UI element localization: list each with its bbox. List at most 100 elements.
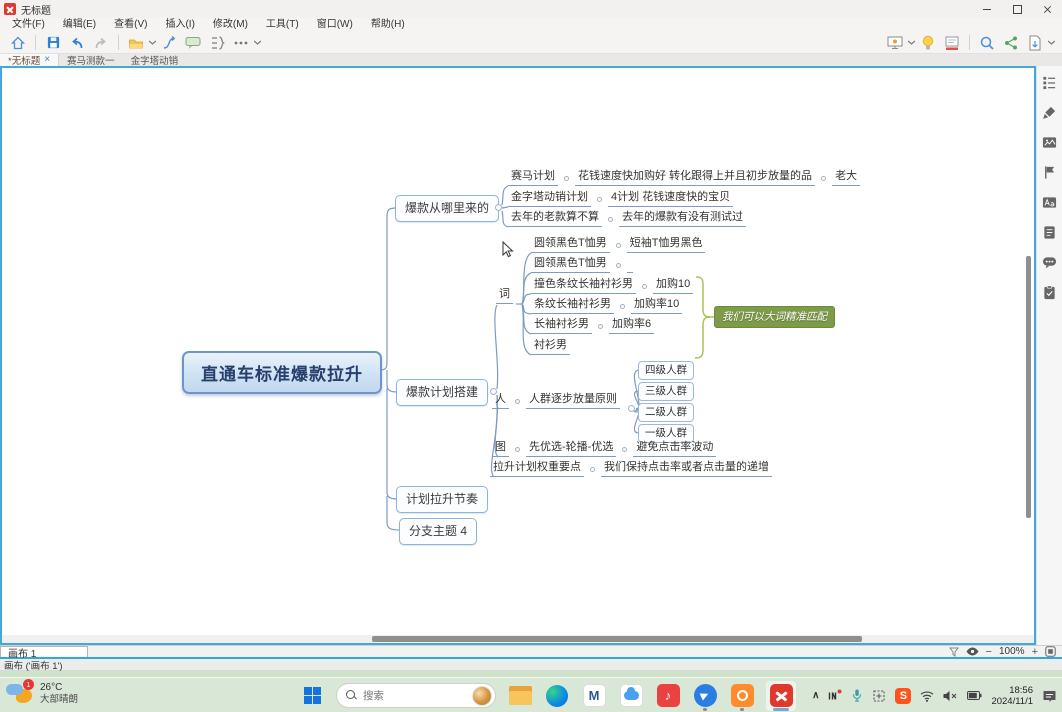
tray-chevron-icon[interactable]: ∧ [812,690,819,701]
subtopic[interactable]: 加购10 [653,277,693,294]
summary-callout[interactable]: 我们可以大词精准匹配 [714,306,835,328]
wifi-icon[interactable] [920,690,934,702]
mindmap-canvas[interactable]: 直通车标准爆款拉升 爆款从哪里来的 赛马计划 花钱速度快加购好 转化跟得上并且初… [0,66,1036,645]
taskbar-mindmaster[interactable]: M [581,681,607,711]
menu-file[interactable]: 文件(F) [3,18,54,32]
lightbulb-icon[interactable] [918,34,938,52]
subtopic[interactable]: 拉升计划权重要点 [490,460,584,477]
taskbar-weather-widget[interactable]: 1 26°C 大部晴朗 [6,681,78,707]
subtopic[interactable]: 去年的老款算不算 [508,210,602,227]
subtopic[interactable]: 衬衫男 [531,338,570,355]
subtopic[interactable]: 人群逐步放量原则 [526,392,620,409]
subtopic[interactable]: 词 [496,287,513,304]
style-icon[interactable] [126,34,146,52]
menu-edit[interactable]: 编辑(E) [54,18,105,32]
volume-muted-icon[interactable] [943,690,958,702]
battery-icon[interactable] [967,690,982,701]
topic-level2-crowd[interactable]: 二级人群 [638,403,694,422]
taskbar-xmind-active[interactable] [766,681,796,711]
undo-icon[interactable] [67,34,87,52]
subtopic[interactable]: 条纹长袖衬衫男 [531,297,614,314]
marker-flag-icon[interactable] [1042,164,1058,180]
presentation-icon[interactable] [885,34,905,52]
search-icon[interactable] [977,34,997,52]
subtopic[interactable]: 避免点击率波动 [633,440,716,457]
subtopic[interactable] [627,269,633,273]
theme-icon[interactable] [942,34,962,52]
vertical-scrollbar[interactable] [1026,256,1031,518]
topic-lift-rhythm[interactable]: 计划拉升节奏 [396,486,488,513]
subtopic[interactable]: 图 [492,440,509,457]
search-highlight-avatar[interactable] [472,686,492,706]
subtopic[interactable]: 加购率10 [631,297,682,314]
menu-help[interactable]: 帮助(H) [362,18,414,32]
taskbar-music-app[interactable]: ♪ [655,681,681,711]
menu-modify[interactable]: 修改(M) [204,18,257,32]
more-tools-icon[interactable] [231,34,251,52]
topic-level3-crowd[interactable]: 三级人群 [638,382,694,401]
horizontal-scrollbar[interactable] [372,636,862,642]
image-icon[interactable] [1042,134,1058,150]
task-clipboard-icon[interactable] [1042,284,1058,300]
menu-insert[interactable]: 插入(I) [156,18,203,32]
topic-weight-points[interactable]: 拉升计划权重要点 我们保持点击率或者点击量的递增 [490,460,772,477]
tab-close-icon[interactable]: × [44,55,50,65]
filter-icon[interactable] [949,647,959,657]
close-button[interactable] [1032,0,1062,18]
notes-icon[interactable] [1042,224,1058,240]
format-brush-icon[interactable] [1042,104,1058,120]
menu-view[interactable]: 查看(V) [105,18,156,32]
topic-row[interactable]: 撞色条纹长袖衬衫男 加购10 [531,277,693,294]
notification-icon[interactable] [1042,689,1057,702]
topic-row[interactable]: 圆领黑色T恤男 [531,256,633,273]
taskbar-browser-app[interactable]: ▶ [692,681,718,711]
topic-picture[interactable]: 图 先优选-轮播-优选 避免点击率波动 [492,440,716,457]
collapse-dot[interactable] [490,388,497,395]
taskbar-explorer[interactable] [507,681,533,711]
taskbar-cloud-app[interactable] [618,681,644,711]
subtopic[interactable]: 4计划 花钱速度快的宝贝 [608,190,733,207]
font-icon[interactable] [1042,194,1058,210]
style-dropdown-caret[interactable] [148,34,157,52]
snip-tool-icon[interactable] [872,689,886,703]
taskbar-clock[interactable]: 18:56 2024/11/1 [991,685,1033,707]
sogou-icon[interactable]: S [895,688,911,704]
minimize-button[interactable] [972,0,1002,18]
subtopic[interactable]: 我们保持点击率或者点击量的递增 [601,460,772,477]
microphone-icon[interactable] [851,688,863,703]
summary-icon[interactable] [207,34,227,52]
more-tools-caret[interactable] [253,34,262,52]
topic-level4-crowd[interactable]: 四级人群 [638,361,694,380]
home-icon[interactable] [8,34,28,52]
subtopic[interactable]: 短袖T恤男黑色 [627,236,706,253]
subtopic[interactable]: 撞色条纹长袖衬衫男 [531,277,636,294]
topic-where-hits-come-from[interactable]: 爆款从哪里来的 [395,195,499,222]
topic-plan-building[interactable]: 爆款计划搭建 [396,379,488,406]
taskbar-search[interactable] [336,683,496,708]
topic-person[interactable]: 人 人群逐步放量原则 [492,392,620,409]
eye-icon[interactable] [966,647,979,656]
search-input[interactable] [363,690,463,702]
export-icon[interactable] [1025,34,1045,52]
ime-tray-icon[interactable] [828,689,842,702]
menu-tools[interactable]: 工具(T) [257,18,308,32]
subtopic[interactable]: 先优选-轮播-优选 [526,440,616,457]
redo-icon[interactable] [91,34,111,52]
central-topic[interactable]: 直通车标准爆款拉升 [182,351,382,394]
topic-row[interactable]: 圆领黑色T恤男 短袖T恤男黑色 [531,236,705,253]
callout-icon[interactable] [183,34,203,52]
topic-row[interactable]: 金字塔动销计划 4计划 花钱速度快的宝贝 [508,190,733,207]
topic-branch-4[interactable]: 分支主题 4 [399,518,477,545]
menu-window[interactable]: 窗口(W) [308,18,362,32]
fit-window-icon[interactable] [1045,646,1056,657]
maximize-button[interactable] [1002,0,1032,18]
subtopic[interactable]: 加购率6 [609,317,654,334]
presentation-caret[interactable] [907,34,916,52]
taskbar-camera-app[interactable] [729,681,755,711]
subtopic[interactable]: 圆领黑色T恤男 [531,236,610,253]
doc-tab-untitled[interactable]: *无标题 × [0,54,59,66]
start-button[interactable] [299,681,325,711]
subtopic[interactable]: 金字塔动销计划 [508,190,591,207]
topic-word[interactable]: 词 [496,287,513,304]
comment-icon[interactable] [1042,254,1058,270]
